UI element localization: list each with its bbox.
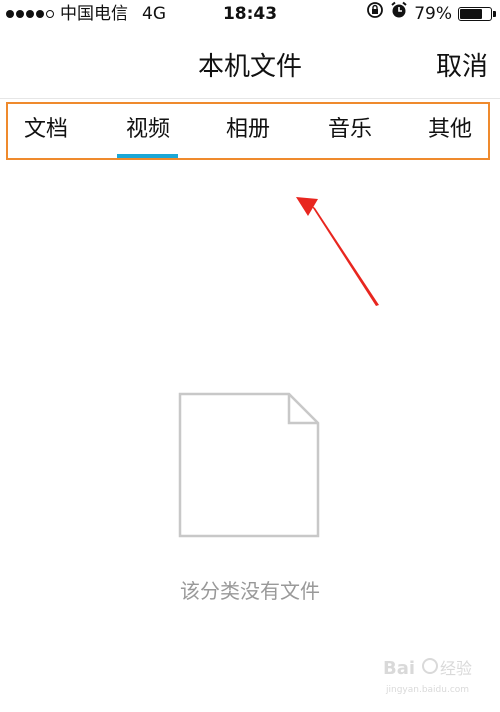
svg-text:经验: 经验: [440, 659, 472, 678]
empty-state-message: 该分类没有文件: [180, 579, 320, 603]
baidu-jingyan-watermark: Bai 经验 jingyan.baidu.com: [383, 658, 472, 695]
empty-file-icon: [178, 392, 320, 538]
arrow-head: [296, 197, 318, 216]
svg-text:jingyan.baidu.com: jingyan.baidu.com: [385, 685, 469, 695]
svg-text:Bai: Bai: [383, 658, 415, 679]
annotation-arrow: [296, 197, 379, 306]
arrow-shaft: [311, 205, 379, 306]
